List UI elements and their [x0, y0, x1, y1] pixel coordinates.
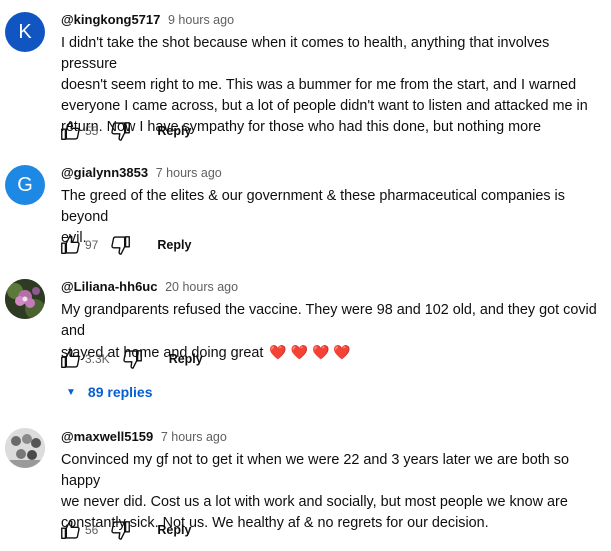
comment-line: doesn't seem right to me. This was a bum…: [61, 77, 577, 93]
thumbs-down-icon[interactable]: [110, 234, 132, 256]
avatar[interactable]: K: [5, 12, 45, 52]
thumbs-down-icon[interactable]: [110, 519, 132, 541]
author-name[interactable]: @Liliana-hh6uc: [61, 279, 157, 294]
thumbs-up-icon[interactable]: [59, 519, 81, 541]
thumbs-up-icon[interactable]: [59, 120, 81, 142]
comment-line: My grandparents refused the vaccine. The…: [61, 302, 597, 339]
group-photo-icon: [5, 428, 45, 468]
like-count: 97: [85, 238, 99, 252]
timestamp[interactable]: 7 hours ago: [156, 166, 222, 180]
avatar-letter: G: [17, 173, 33, 196]
comment-actions: 56 Reply: [59, 518, 191, 542]
view-replies-button[interactable]: ▼ 89 replies: [66, 384, 153, 400]
comment-header: @gialynn3853 7 hours ago: [61, 165, 222, 180]
comment-line: I didn't take the shot because when it c…: [61, 35, 550, 72]
timestamp[interactable]: 9 hours ago: [168, 13, 234, 27]
comment-actions: 3.3K Reply: [59, 347, 203, 371]
author-name[interactable]: @gialynn3853: [61, 165, 148, 180]
thumbs-down-icon[interactable]: [122, 348, 144, 370]
thumbs-up-icon[interactable]: [59, 234, 81, 256]
heart-emoji: ❤️ ❤️ ❤️ ❤️: [269, 344, 351, 360]
replies-count: 89 replies: [87, 384, 153, 400]
like-count: 55: [85, 124, 99, 138]
comment-header: @maxwell5159 7 hours ago: [61, 429, 227, 444]
avatar[interactable]: [5, 279, 45, 319]
reply-button[interactable]: Reply: [157, 523, 191, 537]
reply-button[interactable]: Reply: [157, 124, 191, 138]
comment-line: Convinced my gf not to get it when we we…: [61, 452, 569, 489]
timestamp[interactable]: 7 hours ago: [161, 430, 227, 444]
comment-actions: 55 Reply: [59, 119, 191, 143]
flower-photo-icon: [5, 279, 45, 319]
like-count: 56: [85, 523, 99, 537]
like-count: 3.3K: [85, 352, 110, 366]
author-name[interactable]: @kingkong5717: [61, 12, 160, 27]
comment-line: we never did. Cost us a lot with work an…: [61, 494, 568, 510]
comment-header: @kingkong5717 9 hours ago: [61, 12, 234, 27]
reply-button[interactable]: Reply: [157, 238, 191, 252]
comment-actions: 97 Reply: [59, 233, 191, 257]
comment-line: The greed of the elites & our government…: [61, 188, 565, 225]
comment-line: everyone I came across, but a lot of peo…: [61, 98, 588, 114]
avatar-letter: K: [18, 20, 32, 43]
timestamp[interactable]: 20 hours ago: [165, 280, 238, 294]
author-name[interactable]: @maxwell5159: [61, 429, 153, 444]
reply-button[interactable]: Reply: [169, 352, 203, 366]
comment-header: @Liliana-hh6uc 20 hours ago: [61, 279, 238, 294]
avatar[interactable]: G: [5, 165, 45, 205]
thumbs-down-icon[interactable]: [110, 120, 132, 142]
caret-down-icon: ▼: [66, 386, 76, 398]
thumbs-up-icon[interactable]: [59, 348, 81, 370]
avatar[interactable]: [5, 428, 45, 468]
